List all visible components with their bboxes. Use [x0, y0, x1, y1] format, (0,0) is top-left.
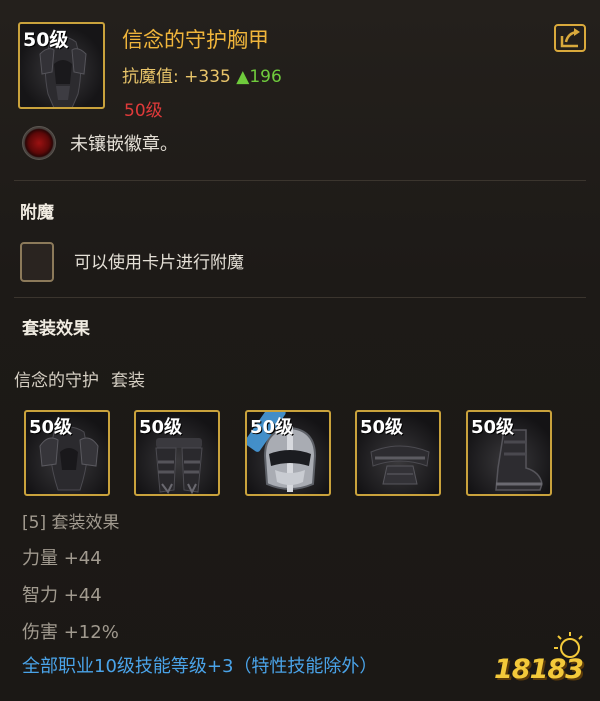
- set-piece-boots[interactable]: 50级: [466, 410, 552, 496]
- set-bonus-skill-level: 全部职业10级技能等级+3（特性技能除外）: [22, 656, 378, 677]
- set-piece-legs[interactable]: 50级: [134, 410, 220, 496]
- piece-level-tag: 50级: [29, 417, 73, 438]
- piece-level-tag: 50级: [139, 417, 183, 438]
- set-suffix: 套装: [111, 371, 145, 391]
- set-bonus-intelligence: 智力 +44: [22, 585, 102, 606]
- set-piece-belt[interactable]: 50级: [355, 410, 441, 496]
- enchant-section-title: 附魔: [20, 203, 54, 223]
- divider: [14, 180, 586, 181]
- piece-level-tag: 50级: [360, 417, 404, 438]
- set-piece-shoulder[interactable]: 50级: [24, 410, 110, 496]
- badge-socket-icon[interactable]: [22, 126, 56, 160]
- stat-label: 抗魔值:: [122, 67, 179, 87]
- share-icon: [560, 28, 580, 48]
- stat-delta: ▲196: [236, 67, 282, 87]
- watermark-text: 18183: [494, 654, 584, 685]
- item-tooltip-panel: 50级 信念的守护胸甲 抗魔值: +335 ▲196 50级 未镶嵌徽章。 附魔…: [0, 0, 600, 701]
- enchant-card-slot[interactable]: [20, 242, 54, 282]
- item-level-tag: 50级: [23, 29, 69, 51]
- socket-status-text: 未镶嵌徽章。: [70, 134, 178, 155]
- piece-level-tag: 50级: [250, 417, 294, 438]
- set-piece-helmet[interactable]: 50级: [245, 410, 331, 496]
- chest-armor-icon: 50级: [18, 22, 105, 109]
- divider: [14, 297, 586, 298]
- stat-value: +335: [184, 67, 231, 87]
- share-button[interactable]: [554, 24, 586, 52]
- set-bonus-damage: 伤害 +12%: [22, 622, 119, 643]
- site-watermark-logo: 18183: [490, 628, 590, 688]
- required-level: 50级: [124, 101, 163, 121]
- piece-level-tag: 50级: [471, 417, 515, 438]
- set-bonus-strength: 力量 +44: [22, 548, 102, 569]
- set-section-title: 套装效果: [22, 319, 90, 339]
- magic-resist-stat: 抗魔值: +335 ▲196: [122, 62, 282, 87]
- set-name: 信念的守护: [14, 371, 99, 391]
- item-name: 信念的守护胸甲: [122, 28, 269, 52]
- enchant-hint-text: 可以使用卡片进行附魔: [74, 253, 244, 273]
- set-effect-header: [5] 套装效果: [22, 513, 120, 533]
- set-name-row: 信念的守护 套装: [14, 366, 145, 391]
